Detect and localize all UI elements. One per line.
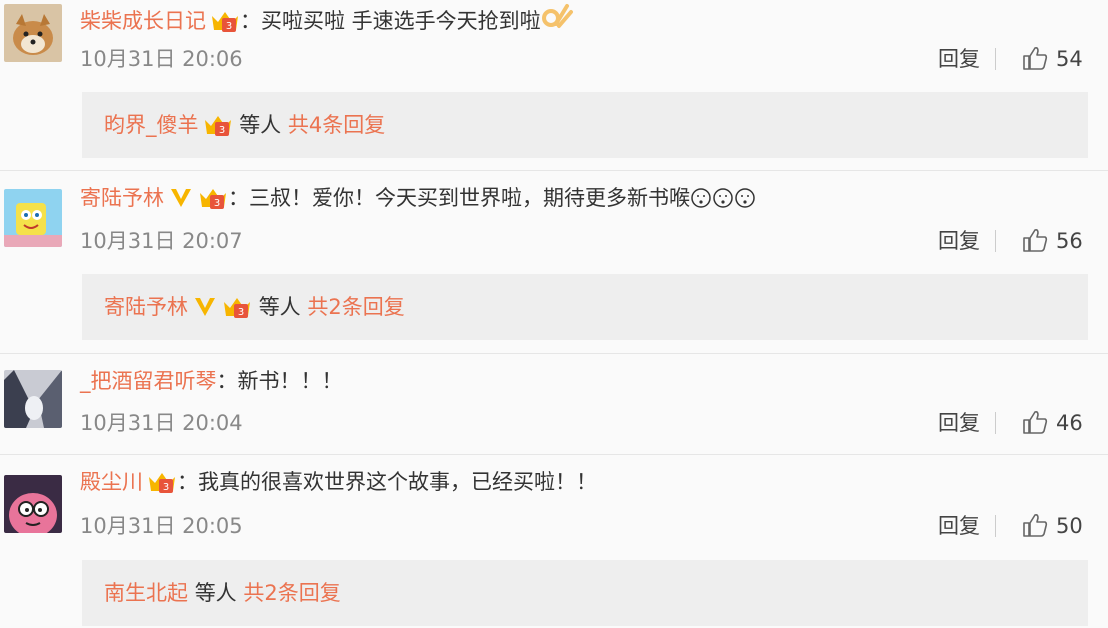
avatar[interactable] <box>4 475 62 533</box>
reply-button[interactable]: 回复 <box>938 409 980 437</box>
avatar[interactable] <box>4 4 62 62</box>
comment-line: _把酒留君听琴：新书！！！ <box>80 366 343 396</box>
svg-text:3: 3 <box>238 307 244 318</box>
comment-item: 殿尘川 3 ：我真的很喜欢世界这个故事，已经买啦！！ 10月31日 20:05 回复… <box>0 455 1108 628</box>
verified-v-icon <box>192 294 218 328</box>
action-separator <box>995 230 996 252</box>
reply-username[interactable]: 寄陆予林 <box>104 295 188 319</box>
reply-summary: 昀界_傻羊 3 等人 共4条回复 <box>82 92 1088 158</box>
vip-crown-icon: 3 <box>203 112 233 146</box>
reply-button[interactable]: 回复 <box>938 512 980 540</box>
reply-count-link[interactable]: 共4条回复 <box>288 113 385 137</box>
username[interactable]: 寄陆予林 <box>80 186 164 210</box>
timestamp: 10月31日 20:06 <box>80 47 243 71</box>
like-count: 56 <box>1056 229 1083 253</box>
vip-crown-icon: 3 <box>210 8 240 42</box>
vip-crown-icon: 3 <box>147 469 177 503</box>
reply-summary: 寄陆予林 3 等人 共2条回复 <box>82 274 1088 340</box>
like-button[interactable]: 56 <box>1022 227 1083 255</box>
svg-text:3: 3 <box>163 482 169 493</box>
ok-hand-emoji-icon <box>541 2 573 40</box>
action-separator <box>995 515 996 537</box>
comment-text: ：新书！！！ <box>216 369 343 393</box>
comment-text: ：我真的很喜欢世界这个故事，已经买啦！！ <box>177 470 597 494</box>
like-button[interactable]: 50 <box>1022 512 1083 540</box>
like-count: 46 <box>1056 411 1083 435</box>
reply-others-text: 等人 <box>258 295 301 319</box>
svg-text:3: 3 <box>218 125 224 136</box>
reply-button[interactable]: 回复 <box>938 227 980 255</box>
avatar[interactable] <box>4 370 62 428</box>
timestamp: 10月31日 20:04 <box>80 411 243 435</box>
vip-crown-icon: 3 <box>198 185 228 219</box>
username[interactable]: 殿尘川 <box>80 470 143 494</box>
like-count: 54 <box>1056 47 1083 71</box>
comment-item: 寄陆予林 3 ：三叔！爱你！今天买到世界啦，期待更多新书喉 10月31日 20:07… <box>0 171 1108 353</box>
reply-button[interactable]: 回复 <box>938 45 980 73</box>
username[interactable]: 柴柴成长日记 <box>80 9 206 33</box>
comment-item: _把酒留君听琴：新书！！！ 10月31日 20:04 回复 46 <box>0 354 1108 454</box>
comment-text: ：三叔！爱你！今天买到世界啦，期待更多新书喉 <box>228 186 690 210</box>
timestamp: 10月31日 20:07 <box>80 229 243 253</box>
like-button[interactable]: 54 <box>1022 45 1083 73</box>
thumbs-up-icon <box>1022 514 1056 538</box>
reply-username[interactable]: 昀界_傻羊 <box>104 113 199 137</box>
like-count: 50 <box>1056 514 1083 538</box>
reply-count-link[interactable]: 共2条回复 <box>307 295 404 319</box>
reply-username[interactable]: 南生北起 <box>104 581 188 605</box>
comment-line: 殿尘川 3 ：我真的很喜欢世界这个故事，已经买啦！！ <box>80 467 597 503</box>
timestamp: 10月31日 20:05 <box>80 514 243 538</box>
reply-summary: 南生北起 等人 共2条回复 <box>82 560 1088 626</box>
verified-v-icon <box>168 185 194 219</box>
vip-crown-icon: 3 <box>222 294 252 328</box>
action-separator <box>995 412 996 434</box>
svg-text:3: 3 <box>226 21 232 32</box>
thumbs-up-icon <box>1022 47 1056 71</box>
avatar[interactable] <box>4 189 62 247</box>
reply-others-text: 等人 <box>194 581 237 605</box>
action-separator <box>995 48 996 70</box>
comment-item: 柴柴成长日记 3 ：买啦买啦 手速选手今天抢到啦 10月31日 20:06 回复 5… <box>0 0 1108 170</box>
comment-line: 寄陆予林 3 ：三叔！爱你！今天买到世界啦，期待更多新书喉 <box>80 183 756 219</box>
username[interactable]: _把酒留君听琴 <box>80 369 217 393</box>
comment-text: ：买啦买啦 手速选手今天抢到啦 <box>240 9 541 33</box>
reply-count-link[interactable]: 共2条回复 <box>243 581 340 605</box>
comment-line: 柴柴成长日记 3 ：买啦买啦 手速选手今天抢到啦 <box>80 2 573 42</box>
thumbs-up-icon <box>1022 411 1056 435</box>
thumbs-up-icon <box>1022 229 1056 253</box>
kiss-emoji-icon <box>690 187 756 217</box>
like-button[interactable]: 46 <box>1022 409 1083 437</box>
reply-others-text: 等人 <box>239 113 282 137</box>
svg-text:3: 3 <box>214 198 220 209</box>
